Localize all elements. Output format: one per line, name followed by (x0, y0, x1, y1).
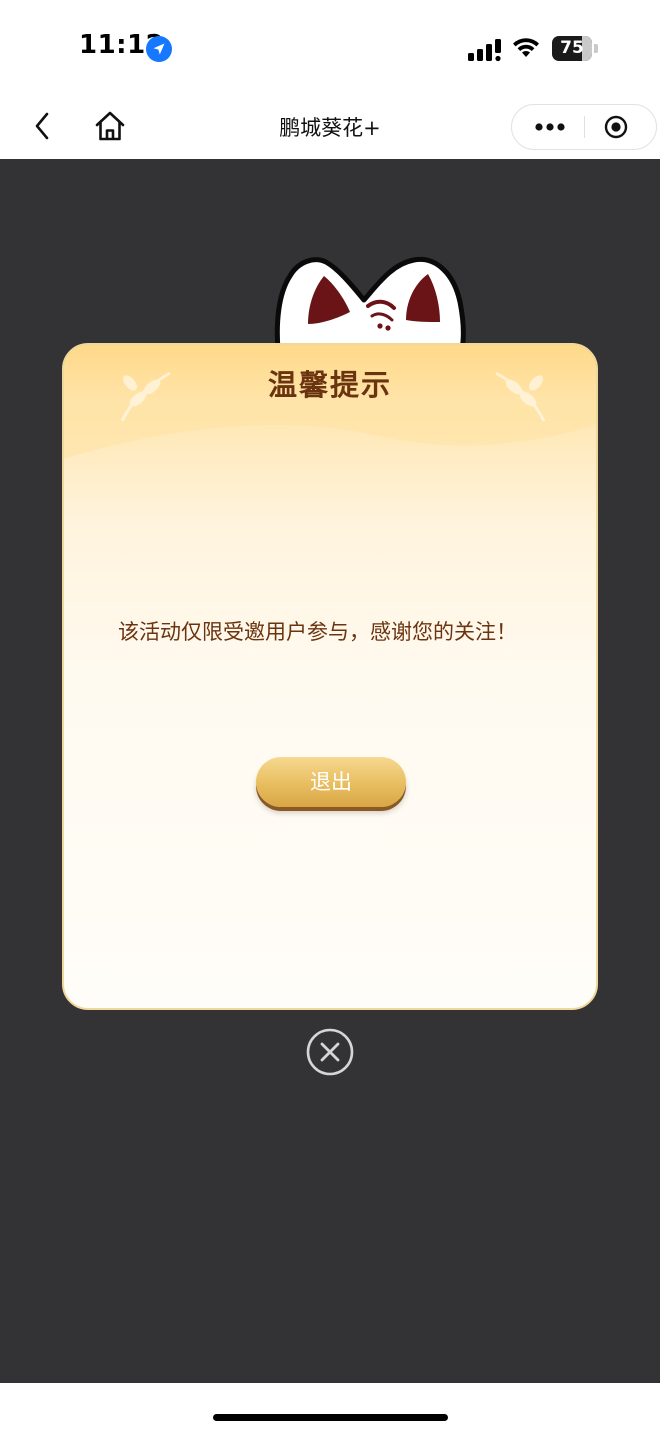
dialog-message: 该活动仅限受邀用户参与，感谢您的关注！ (118, 620, 517, 644)
status-bar: 11:12 75 (0, 0, 660, 96)
location-arrow-icon (146, 36, 172, 62)
cat-mascot-illustration (274, 256, 466, 349)
cellular-signal-icon (468, 39, 501, 62)
battery-indicator: 75 (552, 36, 598, 61)
more-dots-icon[interactable] (512, 105, 584, 149)
page: 11:12 75 鹏城葵花+ 温馨提示 该活动仅限受邀用户参与，感谢您的关注！ … (0, 0, 660, 1434)
battery-percent: 75 (560, 38, 584, 58)
dialog-title: 温馨提示 (267, 368, 392, 402)
nav-bar: 鹏城葵花+ (0, 96, 660, 159)
battery-body: 75 (552, 36, 592, 61)
home-icon[interactable] (92, 108, 128, 144)
record-circle-icon[interactable] (585, 105, 657, 149)
wifi-icon (513, 38, 539, 57)
battery-cap (594, 44, 598, 53)
chevron-left-icon[interactable] (28, 108, 56, 144)
nav-title: 鹏城葵花+ (279, 116, 381, 140)
mini-program-capsule (511, 104, 657, 150)
close-circle-icon[interactable] (306, 1028, 354, 1076)
home-indicator[interactable] (213, 1414, 448, 1421)
modal-overlay: 温馨提示 该活动仅限受邀用户参与，感谢您的关注！ 退出 (0, 159, 660, 1383)
notice-dialog: 温馨提示 该活动仅限受邀用户参与，感谢您的关注！ 退出 (62, 343, 598, 1010)
bottom-safe-area (0, 1383, 660, 1434)
exit-button[interactable]: 退出 (256, 757, 406, 807)
